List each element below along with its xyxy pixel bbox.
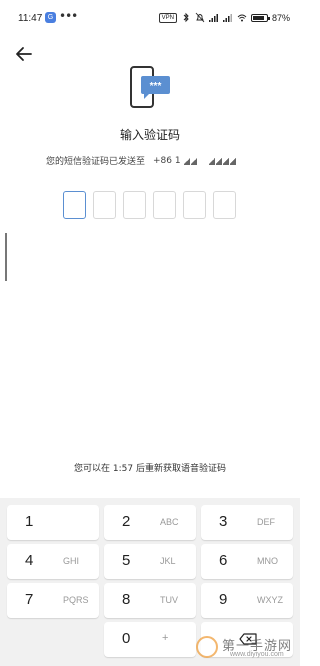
scroll-indicator	[5, 233, 7, 281]
key-1[interactable]: 1	[7, 505, 99, 540]
status-icons: VPN 87%	[158, 11, 290, 24]
key-8[interactable]: 8 TUV	[104, 583, 196, 618]
code-digit-1[interactable]	[63, 191, 86, 219]
signal-icon	[208, 14, 218, 22]
key-number: 6	[219, 552, 228, 569]
key-plus: +	[162, 632, 169, 644]
code-digit-3[interactable]	[123, 191, 146, 219]
key-0[interactable]: 0 +	[104, 622, 196, 657]
watermark-url: www.diyiyou.com	[230, 651, 284, 658]
vpn-badge: VPN	[158, 12, 177, 23]
verification-code-input[interactable]	[63, 191, 236, 219]
status-bar: 11:47 G ••• VPN 87%	[0, 0, 300, 36]
back-button[interactable]	[14, 45, 34, 63]
key-letters: GHI	[63, 556, 80, 566]
key-letters: ABC	[160, 517, 179, 527]
phone-sms-illustration: ***	[128, 64, 172, 110]
key-3[interactable]: 3 DEF	[201, 505, 293, 540]
mute-icon	[195, 12, 205, 23]
more-notifications-icon: •••	[59, 9, 78, 23]
battery-icon	[250, 13, 270, 22]
key-number: 1	[25, 513, 34, 530]
key-letters: WXYZ	[257, 595, 283, 605]
key-number: 3	[219, 513, 228, 530]
key-7[interactable]: 7 PQRS	[7, 583, 99, 618]
key-number: 4	[25, 552, 34, 569]
code-digit-5[interactable]	[183, 191, 206, 219]
key-letters: JKL	[160, 556, 176, 566]
code-digit-2[interactable]	[93, 191, 116, 219]
key-5[interactable]: 5 JKL	[104, 544, 196, 579]
sms-sent-label: 您的短信验证码已发送至	[46, 157, 146, 167]
code-digit-6[interactable]	[213, 191, 236, 219]
key-letters: MNO	[257, 556, 278, 566]
key-4[interactable]: 4 GHI	[7, 544, 99, 579]
key-empty	[7, 622, 99, 657]
sms-bubble-text: ***	[150, 81, 162, 92]
key-2[interactable]: 2 ABC	[104, 505, 196, 540]
numeric-keypad: 1 2 ABC 3 DEF 4 GHI 5 JKL 6 MNO 7 PQRS 8…	[0, 498, 300, 666]
wifi-icon	[237, 14, 247, 22]
resend-voice-code-timer: 您可以在 1:57 后重新获取语音验证码	[74, 464, 226, 474]
key-number: 8	[122, 591, 131, 608]
masked-digits	[183, 156, 197, 165]
key-number: 5	[122, 552, 131, 569]
key-number: 7	[25, 591, 34, 608]
battery-percent: 87%	[271, 12, 290, 23]
bluetooth-icon	[183, 12, 189, 23]
key-9[interactable]: 9 WXYZ	[201, 583, 293, 618]
status-time: 11:47	[18, 13, 43, 24]
page-title: 输入验证码	[119, 128, 180, 142]
signal-2-icon	[222, 14, 232, 22]
code-digit-4[interactable]	[153, 191, 176, 219]
watermark-logo	[196, 636, 218, 658]
app-notification-icon: G	[45, 12, 56, 23]
key-letters: PQRS	[63, 595, 89, 605]
phone-sms-icon: ***	[130, 66, 170, 108]
phone-number-prefix: +86 1	[153, 155, 181, 166]
site-watermark: 第一手游网 www.diyiyou.com	[196, 633, 296, 663]
masked-digits-2	[208, 156, 236, 165]
key-letters: DEF	[257, 517, 275, 527]
key-letters: TUV	[160, 595, 178, 605]
key-number: 9	[219, 591, 228, 608]
key-number: 0	[122, 630, 131, 647]
sms-sent-notice: 您的短信验证码已发送至 +86 1	[46, 154, 236, 167]
key-number: 2	[122, 513, 131, 530]
key-6[interactable]: 6 MNO	[201, 544, 293, 579]
